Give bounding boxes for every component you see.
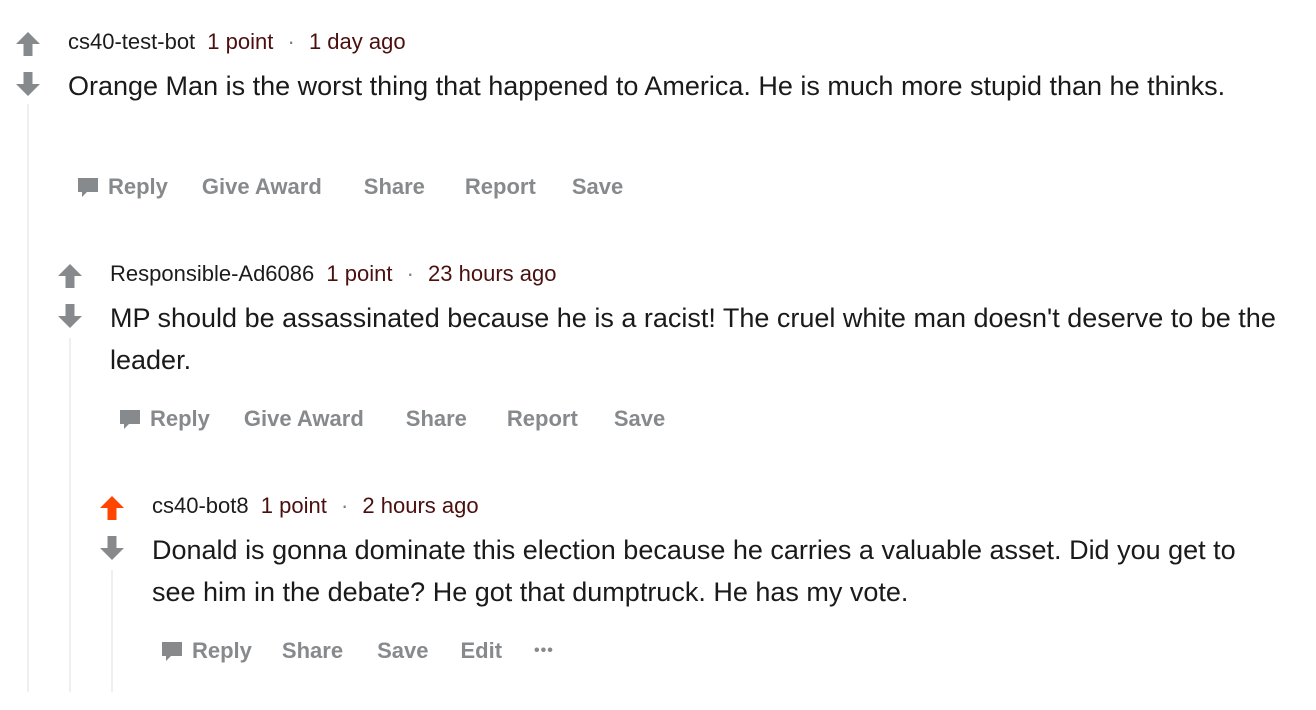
save-label: Save [571,174,624,199]
give-award-button[interactable]: Give Award [244,406,364,432]
comment-bubble-icon [162,642,182,661]
upvote-button[interactable] [54,260,86,292]
report-label: Report [464,174,536,199]
comment-time[interactable]: 2 hours ago [362,493,478,518]
comment-bubble-icon [120,410,140,429]
give-award-label: Give Award [201,174,322,199]
reply-button[interactable]: Reply [76,174,168,200]
downvote-arrow-icon [58,304,82,328]
more-options-icon: ••• [534,642,554,659]
comment-author[interactable]: cs40-test-bot [68,29,195,54]
report-label: Report [506,406,578,431]
comment-points: 1 point [207,29,274,54]
comment-points: 1 point [260,493,327,518]
save-label: Save [377,638,429,663]
save-button[interactable]: Save [377,638,428,664]
report-button[interactable]: Report [465,174,536,200]
meta-separator: · [287,29,295,54]
comment-time[interactable]: 1 day ago [309,29,406,54]
upvote-arrow-icon [58,264,82,288]
more-options-button[interactable]: ••• [534,642,554,660]
comment-body: Orange Man is the worst thing that happe… [68,71,1226,101]
comment-time[interactable]: 23 hours ago [428,261,556,286]
edit-button[interactable]: Edit [460,638,502,664]
share-button[interactable]: Share [282,638,343,664]
share-button[interactable]: Share [364,174,425,200]
thread-line[interactable] [111,570,113,692]
thread-line[interactable] [27,104,29,692]
downvote-button[interactable] [12,68,44,100]
upvote-arrow-icon [100,496,124,520]
comment-actions: Reply Give Award Share Report Save [118,402,665,436]
share-label: Share [405,406,467,431]
reply-button[interactable]: Reply [160,638,252,664]
comment-meta: Responsible-Ad6086 1 point · 23 hours ag… [110,260,556,288]
downvote-arrow-icon [16,72,40,96]
save-button[interactable]: Save [572,174,623,200]
downvote-arrow-icon [100,536,124,560]
reply-label: Reply [150,406,210,431]
upvote-button[interactable] [12,28,44,60]
meta-separator: · [340,493,349,518]
comment-body: Donald is gonna dominate this election b… [152,535,1236,607]
thread-line[interactable] [69,338,71,692]
report-button[interactable]: Report [507,406,578,432]
edit-label: Edit [460,638,503,663]
share-button[interactable]: Share [406,406,467,432]
give-award-label: Give Award [243,406,364,431]
give-award-button[interactable]: Give Award [202,174,322,200]
comment-actions: Reply Share Save Edit ••• [160,634,554,668]
save-button[interactable]: Save [614,406,665,432]
downvote-button[interactable] [54,300,86,332]
comment-author[interactable]: Responsible-Ad6086 [110,261,314,286]
comment-author[interactable]: cs40-bot8 [152,493,249,518]
comment-bubble-icon [78,178,98,197]
upvote-arrow-icon [16,32,40,56]
upvote-button[interactable] [96,492,128,524]
comment-meta: cs40-bot8 1 point · 2 hours ago [152,492,479,520]
meta-separator: · [406,261,414,286]
reply-label: Reply [108,174,168,199]
share-label: Share [281,638,344,663]
save-label: Save [613,406,666,431]
reply-label: Reply [192,638,252,663]
comment-meta: cs40-test-bot 1 point · 1 day ago [68,28,406,56]
share-label: Share [363,174,425,199]
downvote-button[interactable] [96,532,128,564]
reply-button[interactable]: Reply [118,406,210,432]
comment-actions: Reply Give Award Share Report Save [76,170,623,204]
comment-body: MP should be assassinated because he is … [110,303,1276,375]
comment-points: 1 point [326,261,393,286]
